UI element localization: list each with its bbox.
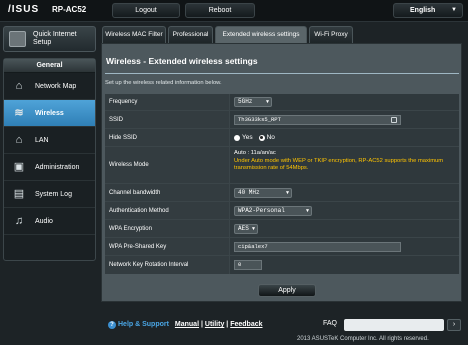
radio-label: Yes [242,134,253,141]
sidebar: General ⌂ Network Map ≋ Wireless ⌂ LAN ▣… [3,58,96,261]
chevron-down-icon: ▼ [305,207,309,214]
key-rotation-value: 0 [238,261,242,268]
psk-label: WPA Pre-Shared Key [105,238,230,255]
settings-panel: Wireless - Extended wireless settings Se… [101,43,462,302]
hide-ssid-yes-radio[interactable]: Yes [234,134,253,141]
wpa-encryption-label: WPA Encryption [105,220,230,237]
psk-input[interactable]: cip&alex7 [234,241,401,252]
auth-method-select[interactable]: WPA2-Personal ▼ [234,205,312,216]
chevron-down-icon: ▼ [251,225,255,232]
quick-setup-icon [9,31,26,47]
auth-method-value: WPA2-Personal [238,206,285,214]
channel-bandwidth-label: Channel bandwidth [105,184,230,201]
frequency-value: 5GHz [238,98,253,105]
channel-bandwidth-select[interactable]: 40 MHz ▼ [234,187,292,198]
key-rotation-label: Network Key Rotation Interval [105,256,230,274]
faq-go-button[interactable]: › [447,319,461,331]
wireless-mode-label: Wireless Mode [105,147,230,183]
tab-extended-wireless-settings[interactable]: Extended wireless settings [215,26,307,43]
network-map-icon: ⌂ [15,80,23,92]
wireless-mode-note: Under Auto mode with WEP or TKIP encrypt… [234,157,444,172]
quick-internet-setup-button[interactable]: Quick Internet Setup [3,26,96,52]
settings-form: Frequency 5GHz ▼ SSID Th3G33ks5_RPT Hide … [105,94,459,274]
wpa-encryption-row: WPA Encryption AES ▼ [105,220,459,238]
language-label: English [410,7,436,14]
tab-professional[interactable]: Professional [168,26,213,43]
reboot-button[interactable]: Reboot [185,3,255,18]
chevron-down-icon: ▼ [451,7,457,13]
tab-wireless-mac-filter[interactable]: Wireless MAC Filter [102,26,166,43]
sidebar-item-system-log[interactable]: ▤ System Log [4,181,95,208]
system-log-icon: ▤ [13,188,25,200]
manual-link[interactable]: Manual [175,321,199,328]
sidebar-item-lan[interactable]: ⌂ LAN [4,127,95,154]
psk-value: cip&alex7 [238,242,268,250]
sidebar-item-audio[interactable]: ♫ Audio [4,208,95,235]
ssid-input[interactable]: Th3G33ks5_RPT [234,114,401,125]
help-icon: ? [108,321,116,329]
ssid-row: SSID Th3G33ks5_RPT [105,111,459,129]
wpa-encryption-select[interactable]: AES ▼ [234,223,258,234]
wireless-mode-value: Auto : 11a/an/ac [234,150,276,156]
top-bar: /ISUS RP-AC52 Logout Reboot English ▼ [0,0,468,22]
hide-ssid-row: Hide SSID Yes No [105,129,459,147]
copy-icon[interactable] [391,116,397,123]
help-support: ? Help & Support Manual | Utility | Feedb… [108,321,263,329]
feedback-link[interactable]: Feedback [230,321,262,328]
sidebar-section-general: General [4,59,95,73]
audio-icon: ♫ [14,215,24,227]
radio-icon [234,134,240,141]
psk-row: WPA Pre-Shared Key cip&alex7 [105,238,459,256]
quick-setup-label: Quick Internet Setup [33,31,77,46]
hide-ssid-label: Hide SSID [105,129,230,146]
faq-label: FAQ [323,320,338,327]
administration-icon: ▣ [13,161,25,173]
hide-ssid-no-radio[interactable]: No [258,134,275,141]
sidebar-item-label: LAN [35,137,49,144]
channel-bandwidth-value: 40 MHz [238,188,260,196]
frequency-row: Frequency 5GHz ▼ [105,94,459,111]
sidebar-item-label: Administration [35,164,80,171]
sidebar-item-label: Audio [35,218,53,225]
arrow-right-icon: › [452,321,456,328]
asus-logo: /ISUS [8,4,40,15]
footer: ? Help & Support Manual | Utility | Feedb… [0,312,468,345]
logout-button[interactable]: Logout [112,3,180,18]
sidebar-item-network-map[interactable]: ⌂ Network Map [4,73,95,100]
page-description: Set up the wireless related information … [105,80,222,86]
faq-search-input[interactable] [344,319,444,331]
chevron-down-icon: ▼ [265,99,269,105]
utility-link[interactable]: Utility [205,321,224,328]
wireless-icon: ≋ [14,107,24,119]
auth-method-label: Authentication Method [105,202,230,219]
key-rotation-input[interactable]: 0 [234,260,262,270]
wpa-encryption-value: AES [238,224,249,232]
ssid-label: SSID [105,111,230,128]
radio-label: No [266,134,275,141]
apply-button[interactable]: Apply [258,284,316,297]
frequency-select[interactable]: 5GHz ▼ [234,97,272,107]
sidebar-item-label: Network Map [35,83,77,90]
wireless-mode-row: Wireless Mode Auto : 11a/an/ac Under Aut… [105,147,459,184]
title-divider [105,73,459,74]
language-select[interactable]: English ▼ [393,3,463,18]
sidebar-item-label: Wireless [35,110,64,117]
auth-method-row: Authentication Method WPA2-Personal ▼ [105,202,459,220]
home-icon: ⌂ [15,134,23,146]
sidebar-item-administration[interactable]: ▣ Administration [4,154,95,181]
page-title: Wireless - Extended wireless settings [106,56,258,66]
chevron-down-icon: ▼ [285,189,289,196]
sidebar-item-label: System Log [35,191,72,198]
sidebar-item-wireless[interactable]: ≋ Wireless [4,100,95,127]
frequency-label: Frequency [105,94,230,110]
copyright: 2013 ASUSTeK Computer Inc. All rights re… [297,336,429,342]
key-rotation-row: Network Key Rotation Interval 0 [105,256,459,274]
radio-selected-icon [258,134,265,141]
ssid-value: Th3G33ks5_RPT [238,115,281,123]
tab-wifi-proxy[interactable]: Wi-Fi Proxy [309,26,353,43]
help-support-label: Help & Support [118,321,169,328]
channel-bandwidth-row: Channel bandwidth 40 MHz ▼ [105,184,459,202]
model-name: RP-AC52 [52,5,87,14]
